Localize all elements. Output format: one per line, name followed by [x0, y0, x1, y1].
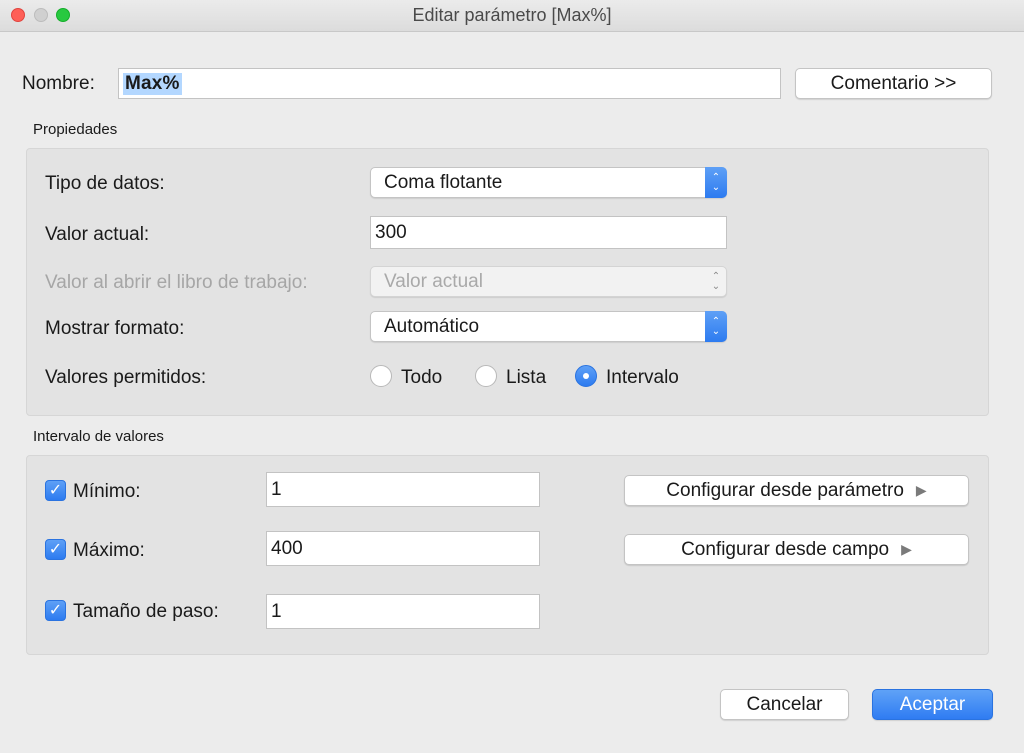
checkmark-icon: ✓ [48, 541, 63, 558]
step-input[interactable]: 1 [266, 594, 540, 629]
radio-todo-label: Todo [401, 367, 443, 388]
checkmark-icon: ✓ [48, 602, 63, 619]
current-value-input[interactable]: 300 [370, 216, 727, 249]
display-format-label: Mostrar formato: [45, 318, 185, 339]
minimum-checkbox[interactable]: ✓ [45, 480, 66, 501]
maximum-checkbox[interactable]: ✓ [45, 539, 66, 560]
radio-lista[interactable] [475, 365, 497, 387]
maximum-value: 400 [271, 537, 303, 559]
set-from-parameter-button[interactable]: Configurar desde parámetro ▶ [624, 475, 969, 506]
set-from-parameter-label: Configurar desde parámetro [666, 479, 904, 501]
updown-chevron-icon: ⌃ ⌄ [711, 270, 721, 292]
open-value-label: Valor al abrir el libro de trabajo: [45, 272, 308, 293]
name-label: Nombre: [22, 73, 95, 94]
checkmark-icon: ✓ [48, 482, 63, 499]
minimum-value: 1 [271, 478, 282, 500]
open-value-text: Valor actual [384, 270, 483, 292]
step-label: Tamaño de paso: [73, 601, 219, 622]
updown-chevron-icon: ⌃ ⌄ [705, 311, 727, 342]
radio-todo[interactable] [370, 365, 392, 387]
window-title: Editar parámetro [Max%] [412, 5, 612, 25]
data-type-select[interactable]: Coma flotante ⌃ ⌄ [370, 167, 727, 198]
data-type-value: Coma flotante [384, 171, 503, 193]
step-checkbox[interactable]: ✓ [45, 600, 66, 621]
minimum-input[interactable]: 1 [266, 472, 540, 507]
triangle-right-icon: ▶ [915, 482, 927, 498]
radio-intervalo[interactable] [575, 365, 597, 387]
cancel-button[interactable]: Cancelar [720, 689, 849, 720]
name-value: Max% [123, 72, 182, 95]
range-section-title: Intervalo de valores [33, 428, 164, 445]
title-bar: Editar parámetro [Max%] [0, 0, 1024, 32]
comment-button[interactable]: Comentario >> [795, 68, 992, 99]
maximum-input[interactable]: 400 [266, 531, 540, 566]
radio-intervalo-label: Intervalo [606, 367, 679, 388]
properties-section-title: Propiedades [33, 121, 118, 138]
triangle-right-icon: ▶ [901, 541, 912, 557]
open-value-select: Valor actual ⌃ ⌄ [370, 266, 727, 297]
name-input[interactable]: Max% [118, 68, 781, 99]
minimum-label: Mínimo: [73, 481, 141, 502]
display-format-value: Automático [384, 315, 480, 337]
radio-lista-label: Lista [506, 367, 547, 388]
maximum-label: Máximo: [73, 540, 145, 561]
allowed-values-label: Valores permitidos: [45, 367, 207, 388]
set-from-field-label: Configurar desde campo [681, 538, 890, 560]
display-format-select[interactable]: Automático ⌃ ⌄ [370, 311, 727, 342]
set-from-field-button[interactable]: Configurar desde campo ▶ [624, 534, 969, 565]
current-value-label: Valor actual: [45, 224, 150, 245]
data-type-label: Tipo de datos: [45, 173, 165, 194]
accept-button[interactable]: Aceptar [872, 689, 993, 720]
current-value-text: 300 [375, 221, 407, 243]
updown-chevron-icon: ⌃ ⌄ [705, 167, 727, 198]
step-value: 1 [271, 600, 282, 622]
